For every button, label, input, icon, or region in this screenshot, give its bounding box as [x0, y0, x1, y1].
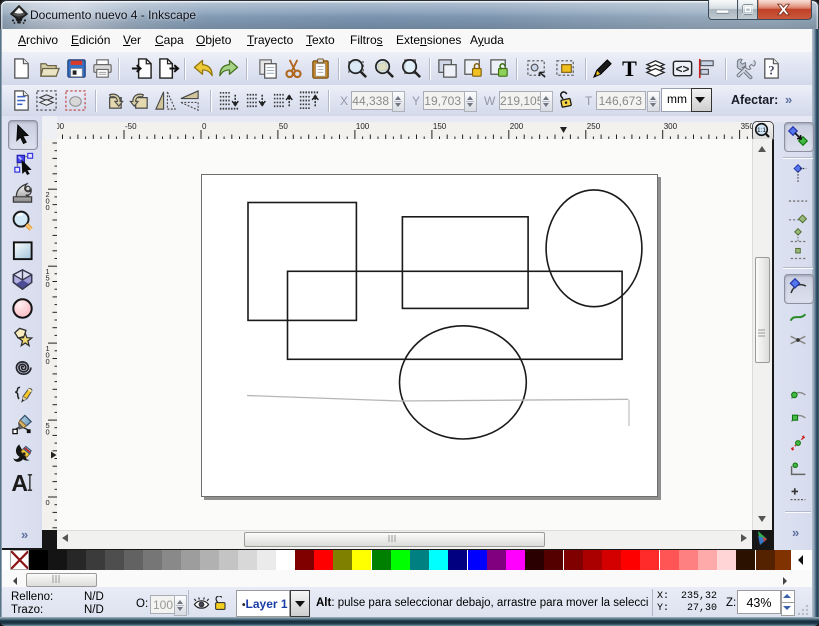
- svg-text:50: 50: [279, 122, 288, 131]
- svg-text:<>: <>: [676, 63, 690, 76]
- svg-text:200: 200: [510, 122, 524, 131]
- svg-text:1:1: 1:1: [757, 127, 766, 134]
- svg-text:0: 0: [46, 428, 50, 437]
- svg-text:0: 0: [46, 498, 50, 507]
- svg-text:350: 350: [741, 122, 752, 131]
- svg-text:?: ?: [768, 63, 774, 77]
- svg-text:T: T: [622, 57, 637, 80]
- svg-text:-50: -50: [125, 122, 137, 131]
- svg-text:300: 300: [664, 122, 678, 131]
- svg-text:0: 0: [46, 357, 50, 366]
- svg-text:-100: -100: [57, 122, 65, 131]
- svg-text:250: 250: [587, 122, 601, 131]
- svg-text:0: 0: [46, 203, 50, 212]
- svg-text:A: A: [11, 471, 28, 494]
- svg-text:100: 100: [356, 122, 370, 131]
- svg-text:0: 0: [202, 122, 207, 131]
- svg-text:150: 150: [433, 122, 447, 131]
- svg-text:0: 0: [46, 280, 50, 289]
